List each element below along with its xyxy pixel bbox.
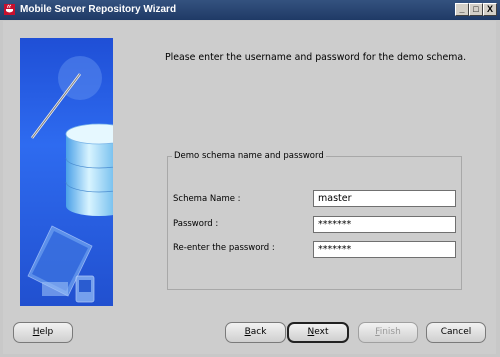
help-mnemonic: H [32,327,40,337]
finish-button[interactable]: Finish [358,322,418,343]
help-button[interactable]: Help [13,322,73,343]
password-label: Password : [173,219,219,229]
next-label-post: ext [314,327,329,337]
wizard-side-image [20,38,113,306]
database-illustration [27,56,113,303]
reenter-password-label: Re-enter the password : [173,243,275,253]
title-bar: Mobile Server Repository Wizard _ □ X [0,0,500,20]
cancel-button[interactable]: Cancel [426,322,486,343]
instruction-text: Please enter the username and password f… [165,52,467,63]
minimize-button[interactable]: _ [455,3,469,16]
finish-label-post: inish [379,327,401,337]
password-input[interactable] [313,216,456,233]
close-button[interactable]: X [483,3,497,16]
schema-name-input[interactable] [313,190,456,207]
help-label-post: elp [39,327,54,337]
java-cup-icon [4,4,15,15]
window-title: Mobile Server Repository Wizard [20,4,177,15]
back-button[interactable]: Back [225,322,286,343]
maximize-button[interactable]: □ [469,3,483,16]
back-label-post: ack [250,327,267,337]
group-legend: Demo schema name and password [174,151,324,161]
next-button[interactable]: Next [287,322,349,343]
schema-name-label: Schema Name : [173,194,241,204]
reenter-password-input[interactable] [313,241,456,258]
